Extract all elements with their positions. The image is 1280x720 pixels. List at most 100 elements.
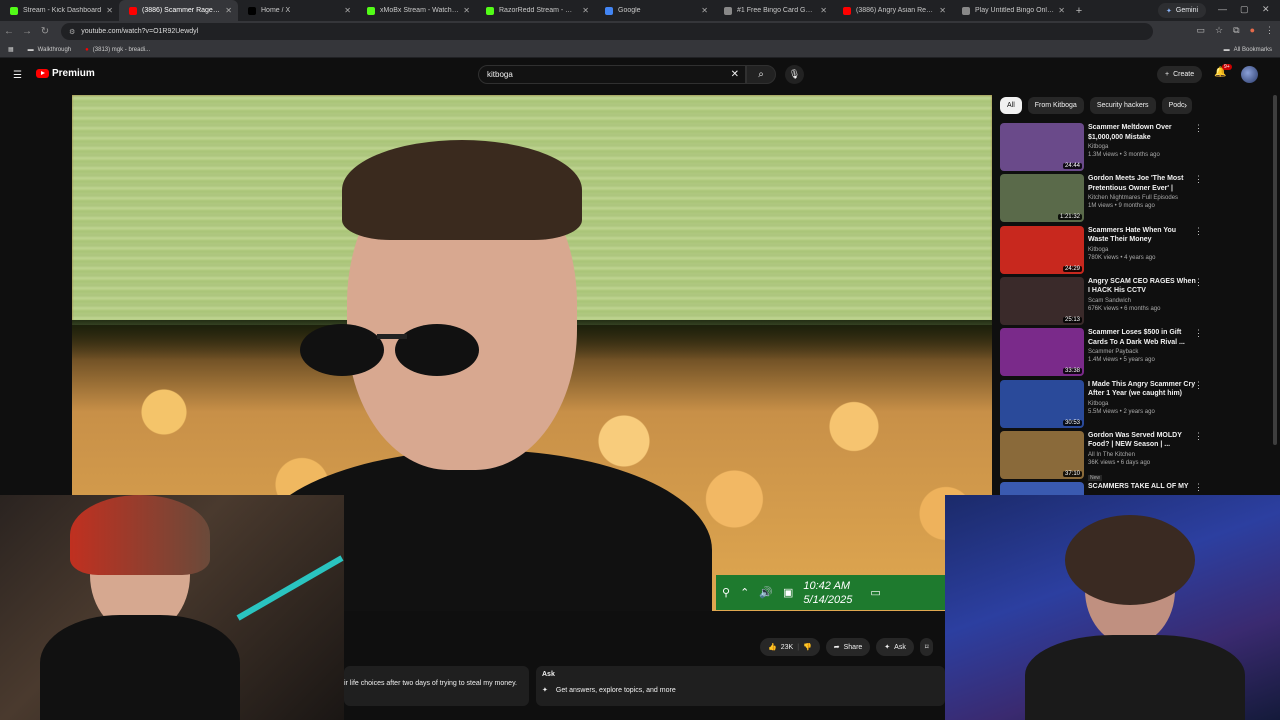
- browser-tab[interactable]: #1 Free Bingo Card Generator✕: [714, 0, 833, 21]
- share-button[interactable]: ➦ Share: [825, 638, 871, 656]
- recommendation-thumbnail[interactable]: 24:29: [1000, 225, 1084, 274]
- like-button[interactable]: 👍 23K | 👎: [760, 638, 820, 656]
- recommendation-item[interactable]: 37:10 Gordon Was Served MOLDY Food? | NEW…: [1000, 430, 1270, 481]
- recommendation-channel[interactable]: All In The Kitchen: [1088, 452, 1196, 458]
- recommendation-thumbnail[interactable]: 37:10: [1000, 430, 1084, 479]
- tab-close-icon[interactable]: ✕: [820, 6, 827, 15]
- ask-button[interactable]: ✦ Ask: [876, 638, 914, 656]
- filter-chip[interactable]: From Kitboga: [1027, 97, 1084, 114]
- bookmark-mgk[interactable]: ● (3813) mgk - breadi...: [85, 47, 150, 53]
- browser-tab[interactable]: (3886) Scammer Rages Lo... ✕: [119, 0, 238, 21]
- recommendation-thumbnail[interactable]: 24:44: [1000, 123, 1084, 171]
- ask-prompt: Get answers, explore topics, and more: [555, 687, 676, 694]
- youtube-logo[interactable]: Premium: [36, 68, 95, 79]
- all-bookmarks[interactable]: ▬ All Bookmarks: [1224, 47, 1272, 53]
- close-window-icon[interactable]: ✕: [1262, 4, 1270, 15]
- search-input[interactable]: kitboga ✕: [478, 65, 746, 84]
- tab-close-icon[interactable]: ✕: [582, 6, 589, 15]
- recommendation-title[interactable]: Gordon Meets Joe 'The Most Pretentious O…: [1088, 174, 1196, 193]
- more-options-icon[interactable]: ⋮: [1194, 431, 1203, 442]
- more-options-icon[interactable]: ⋮: [1194, 123, 1203, 134]
- extensions-icon[interactable]: ⧉: [1233, 25, 1239, 36]
- bookmark-walkthrough[interactable]: ▬ Walkthrough: [28, 47, 71, 53]
- recommendation-channel[interactable]: Kitboga: [1088, 247, 1196, 253]
- recommendation-thumbnail[interactable]: 33:38: [1000, 328, 1084, 377]
- new-badge: New: [1088, 474, 1103, 481]
- all-bookmarks-label: All Bookmarks: [1233, 46, 1272, 53]
- star-icon[interactable]: ☆: [1215, 25, 1223, 36]
- voice-search-button[interactable]: 🎙: [785, 65, 804, 84]
- recommendation-item[interactable]: 24:29 Scammers Hate When You Waste Their …: [1000, 225, 1270, 275]
- recommendation-title[interactable]: Scammer Loses $500 in Gift Cards To A Da…: [1088, 328, 1196, 347]
- recommendation-channel[interactable]: Scam Sandwich: [1088, 298, 1196, 304]
- recommendation-title[interactable]: Angry SCAM CEO RAGES When I HACK His CCT…: [1088, 277, 1196, 296]
- gemini-button[interactable]: ✦ Gemini: [1158, 3, 1207, 18]
- tab-close-icon[interactable]: ✕: [344, 6, 351, 15]
- recommendation-item[interactable]: 30:53 I Made This Angry Scammer Cry After…: [1000, 379, 1270, 429]
- recommendation-item[interactable]: 24:44 Scammer Meltdown Over $1,000,000 Mi…: [1000, 123, 1270, 172]
- recommendation-channel[interactable]: Kitchen Nightmares Full Episodes: [1088, 195, 1196, 201]
- recommendation-title[interactable]: Scammer Meltdown Over $1,000,000 Mistake: [1088, 123, 1196, 142]
- plus-icon: +: [1165, 71, 1170, 78]
- browser-tab[interactable]: Play Untitled Bingo Online | Bi ✕: [952, 0, 1071, 21]
- recommendation-item[interactable]: 25:13 Angry SCAM CEO RAGES When I HACK Hi…: [1000, 276, 1270, 326]
- more-options-icon[interactable]: ⋮: [1194, 226, 1203, 237]
- apps-icon[interactable]: ▦: [8, 46, 14, 53]
- more-options-icon[interactable]: ⋮: [1194, 174, 1203, 185]
- more-options-icon[interactable]: ⋮: [1194, 482, 1203, 493]
- ask-panel[interactable]: Ask ✦ Get answers, explore topics, and mo…: [536, 666, 945, 706]
- browser-tab[interactable]: xMoBx Stream - Watch Live on✕: [357, 0, 476, 21]
- minimize-icon[interactable]: —: [1218, 4, 1227, 14]
- browser-tab[interactable]: Google ✕: [595, 0, 714, 21]
- more-options-icon[interactable]: ⋮: [1194, 328, 1203, 339]
- address-bar[interactable]: ⚙ youtube.com/watch?v=O1R92Uewdyl: [61, 23, 1153, 40]
- description-box[interactable]: ir life choices after two days of trying…: [344, 666, 529, 706]
- filter-chip[interactable]: Security hackers: [1089, 97, 1156, 114]
- browser-tab[interactable]: RazorRedd Stream - Watch Live ✕: [476, 0, 595, 21]
- tab-close-icon[interactable]: ✕: [225, 6, 232, 15]
- tab-close-icon[interactable]: ✕: [1058, 6, 1065, 15]
- save-button[interactable]: ⌑: [919, 638, 934, 656]
- profile-icon[interactable]: ●: [1250, 25, 1255, 36]
- create-button[interactable]: + Create: [1157, 66, 1203, 83]
- recommendation-channel[interactable]: Kitboga: [1088, 401, 1196, 407]
- cast-icon[interactable]: ▭: [1197, 25, 1206, 36]
- reload-icon[interactable]: ↻: [36, 26, 54, 37]
- recommendation-meta: 780K views • 4 years ago: [1088, 254, 1156, 261]
- bookmark-label: (3813) mgk - breadi...: [92, 46, 151, 53]
- recommendation-channel[interactable]: Kitboga: [1088, 144, 1196, 150]
- search-button[interactable]: ⌕: [746, 65, 776, 84]
- recommendation-thumbnail[interactable]: 1:21:32: [1000, 174, 1084, 223]
- hamburger-menu-icon[interactable]: ☰: [13, 70, 22, 81]
- chevron-right-icon[interactable]: ›: [1184, 100, 1187, 110]
- browser-tab[interactable]: Home / X ✕: [238, 0, 357, 21]
- recommendation-thumbnail[interactable]: 30:53: [1000, 379, 1084, 428]
- scrollbar[interactable]: [1273, 95, 1277, 445]
- recommendation-channel[interactable]: Scammer Payback: [1088, 349, 1196, 355]
- browser-tab[interactable]: (3886) Angry Asian Restaurant✕: [833, 0, 952, 21]
- recommendation-thumbnail[interactable]: 25:13: [1000, 276, 1084, 325]
- thumbs-down-icon[interactable]: 👎: [803, 643, 812, 651]
- menu-icon[interactable]: ⋮: [1265, 25, 1274, 36]
- clear-search-icon[interactable]: ✕: [731, 69, 739, 80]
- more-options-icon[interactable]: ⋮: [1194, 277, 1203, 288]
- recommendation-item[interactable]: 33:38 Scammer Loses $500 in Gift Cards To…: [1000, 328, 1270, 377]
- tab-close-icon[interactable]: ✕: [939, 6, 946, 15]
- new-tab-icon[interactable]: +: [1071, 5, 1087, 17]
- browser-tab[interactable]: Stream - Kick Dashboard ✕: [0, 0, 119, 21]
- avatar[interactable]: [1241, 66, 1258, 83]
- maximize-icon[interactable]: ▢: [1240, 4, 1249, 15]
- tab-close-icon[interactable]: ✕: [106, 6, 113, 15]
- site-info-icon[interactable]: ⚙: [69, 28, 75, 36]
- filter-chip[interactable]: All: [1000, 97, 1022, 114]
- forward-icon[interactable]: →: [18, 26, 36, 37]
- recommendation-title[interactable]: Scammers Hate When You Waste Their Money: [1088, 226, 1196, 245]
- filter-chip[interactable]: Podc: [1161, 97, 1192, 114]
- tab-close-icon[interactable]: ✕: [463, 6, 470, 15]
- recommendation-title[interactable]: I Made This Angry Scammer Cry After 1 Ye…: [1088, 380, 1196, 399]
- tab-close-icon[interactable]: ✕: [701, 6, 708, 15]
- more-options-icon[interactable]: ⋮: [1194, 380, 1203, 391]
- recommendation-title[interactable]: Gordon Was Served MOLDY Food? | NEW Seas…: [1088, 431, 1196, 450]
- back-icon[interactable]: ←: [0, 26, 18, 37]
- recommendation-item[interactable]: 1:21:32 Gordon Meets Joe 'The Most Preten…: [1000, 174, 1270, 223]
